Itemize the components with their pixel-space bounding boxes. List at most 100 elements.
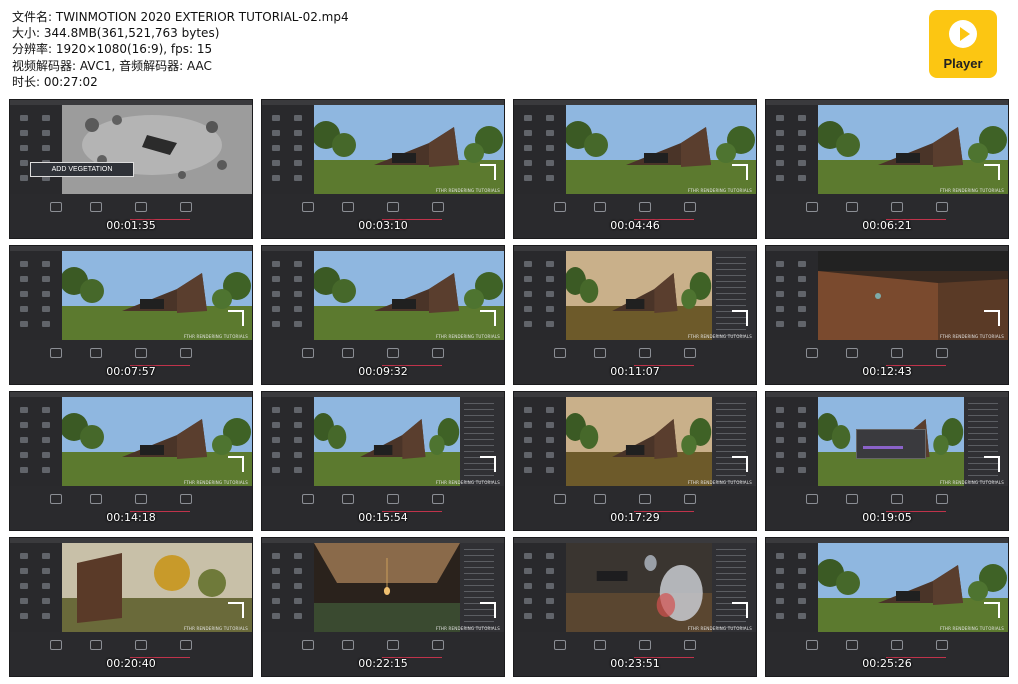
- video-thumbnail[interactable]: FTHR RENDERING TUTORIALS 00:12:43: [765, 245, 1009, 385]
- brand-frame-icon: [732, 310, 748, 326]
- tool-icon: [846, 640, 858, 650]
- library-item-icon: [524, 583, 532, 589]
- timestamp-label: 00:07:57: [106, 365, 156, 378]
- tool-icon: [639, 348, 651, 358]
- library-item-icon: [776, 407, 784, 413]
- add-vegetation-caption: ADD VEGETATION: [30, 162, 134, 177]
- scene-graph-row: [968, 433, 998, 434]
- library-item-icon: [294, 291, 302, 297]
- scene-graph-row: [464, 421, 494, 422]
- tool-icon: [342, 348, 354, 358]
- scene-graph-row: [464, 451, 494, 452]
- library-item-icon: [546, 437, 554, 443]
- timestamp-label: 00:15:54: [358, 511, 408, 524]
- library-item-icon: [272, 291, 280, 297]
- scene-graph-row: [464, 597, 494, 598]
- viewport: [62, 251, 252, 340]
- brand-watermark: FTHR RENDERING TUTORIALS: [435, 480, 500, 485]
- scene-graph-row: [716, 433, 746, 434]
- timestamp-label: 00:25:26: [862, 657, 912, 670]
- video-thumbnail[interactable]: FTHR RENDERING TUTORIALS 00:22:15: [261, 537, 505, 677]
- video-thumbnail[interactable]: FTHR RENDERING TUTORIALS 00:20:40: [9, 537, 253, 677]
- brand-frame-icon: [228, 602, 244, 618]
- library-item-icon: [524, 422, 532, 428]
- library-item-icon: [546, 130, 554, 136]
- library-item-icon: [798, 467, 806, 473]
- tool-icon: [891, 202, 903, 212]
- viewport: [818, 543, 1008, 632]
- scene-graph-row: [716, 257, 746, 258]
- tool-icon: [432, 494, 444, 504]
- timestamp-label: 00:01:35: [106, 219, 156, 232]
- tool-icon: [806, 202, 818, 212]
- library-item-icon: [272, 437, 280, 443]
- library-item-icon: [546, 321, 554, 327]
- viewport: [818, 105, 1008, 194]
- video-thumbnail[interactable]: FTHR RENDERING TUTORIALS 00:04:46: [513, 99, 757, 239]
- library-item-icon: [776, 437, 784, 443]
- library-panel: [514, 251, 566, 340]
- library-item-icon: [546, 261, 554, 267]
- brand-watermark: FTHR RENDERING TUTORIALS: [939, 626, 1004, 631]
- library-item-icon: [294, 130, 302, 136]
- library-item-icon: [272, 407, 280, 413]
- tool-icon: [806, 494, 818, 504]
- brand-watermark: FTHR RENDERING TUTORIALS: [435, 626, 500, 631]
- scene-graph-row: [968, 427, 998, 428]
- scene-graph-row: [464, 567, 494, 568]
- video-thumbnail[interactable]: FTHR RENDERING TUTORIALS 00:07:57: [9, 245, 253, 385]
- library-panel: [766, 251, 818, 340]
- library-item-icon: [798, 437, 806, 443]
- brand-frame-icon: [984, 164, 1000, 180]
- video-thumbnail[interactable]: FTHR RENDERING TUTORIALS 00:15:54: [261, 391, 505, 531]
- library-item-icon: [546, 467, 554, 473]
- viewport: [62, 543, 252, 632]
- video-thumbnail[interactable]: FTHR RENDERING TUTORIALS 00:09:32: [261, 245, 505, 385]
- scene-graph-row: [464, 561, 494, 562]
- tool-icon: [387, 348, 399, 358]
- scene-graph-row: [968, 409, 998, 410]
- video-thumbnail[interactable]: FTHR RENDERING TUTORIALS 00:06:21: [765, 99, 1009, 239]
- library-panel: [10, 543, 62, 632]
- library-item-icon: [272, 598, 280, 604]
- library-item-icon: [776, 175, 784, 181]
- library-item-icon: [42, 130, 50, 136]
- video-thumbnail[interactable]: FTHR RENDERING TUTORIALS 00:19:05: [765, 391, 1009, 531]
- video-thumbnail[interactable]: FTHR RENDERING TUTORIALS 00:25:26: [765, 537, 1009, 677]
- library-panel: [10, 397, 62, 486]
- library-item-icon: [42, 568, 50, 574]
- video-thumbnail[interactable]: ADD VEGETATION 00:01:35: [9, 99, 253, 239]
- brand-frame-icon: [732, 456, 748, 472]
- scene-graph-row: [464, 433, 494, 434]
- library-item-icon: [20, 583, 28, 589]
- library-item-icon: [42, 407, 50, 413]
- library-panel: [766, 543, 818, 632]
- library-item-icon: [798, 306, 806, 312]
- scene-graph-row: [968, 439, 998, 440]
- video-thumbnail[interactable]: FTHR RENDERING TUTORIALS 00:23:51: [513, 537, 757, 677]
- library-item-icon: [524, 276, 532, 282]
- library-item-icon: [776, 306, 784, 312]
- library-item-icon: [798, 598, 806, 604]
- video-thumbnail[interactable]: FTHR RENDERING TUTORIALS 00:03:10: [261, 99, 505, 239]
- library-item-icon: [20, 145, 28, 151]
- tool-icon: [302, 202, 314, 212]
- tool-icon: [302, 640, 314, 650]
- video-thumbnail[interactable]: FTHR RENDERING TUTORIALS 00:11:07: [513, 245, 757, 385]
- library-item-icon: [524, 115, 532, 121]
- library-item-icon: [798, 115, 806, 121]
- scene-graph-row: [464, 403, 494, 404]
- timestamp-label: 00:04:46: [610, 219, 660, 232]
- tool-icon: [302, 494, 314, 504]
- tool-icon: [90, 640, 102, 650]
- library-item-icon: [20, 553, 28, 559]
- library-item-icon: [42, 437, 50, 443]
- tool-icon: [50, 202, 62, 212]
- library-item-icon: [20, 467, 28, 473]
- library-item-icon: [546, 306, 554, 312]
- video-thumbnail[interactable]: FTHR RENDERING TUTORIALS 00:14:18: [9, 391, 253, 531]
- video-thumbnail[interactable]: FTHR RENDERING TUTORIALS 00:17:29: [513, 391, 757, 531]
- library-item-icon: [272, 452, 280, 458]
- tool-icon: [50, 494, 62, 504]
- library-item-icon: [20, 407, 28, 413]
